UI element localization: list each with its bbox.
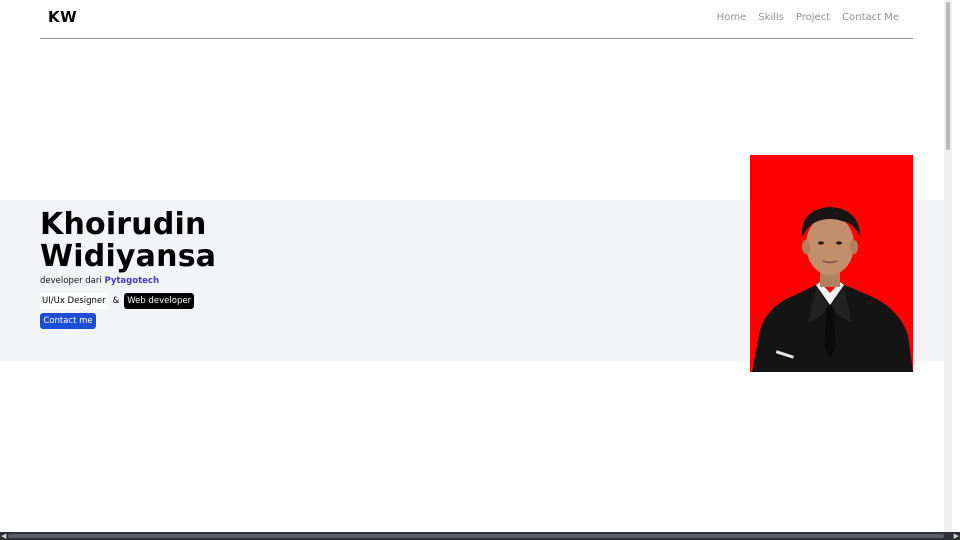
hero-name: Khoirudin Widiyansa: [40, 209, 216, 273]
contact-me-button[interactable]: Contact me: [40, 313, 96, 329]
hero-subtitle-prefix: developer dari: [40, 276, 105, 286]
hero-subtitle: developer dari Pytagotech: [40, 276, 159, 286]
profile-photo: [750, 155, 913, 372]
role-web-developer-badge: Web developer: [124, 293, 195, 309]
hero-name-first: Khoirudin: [40, 207, 207, 242]
role-ui-ux-badge: UI/Ux Designer: [40, 293, 108, 309]
navbar: KW Home Skills Project Contact Me: [40, 0, 913, 39]
role-ampersand: &: [112, 296, 120, 306]
nav-link-project[interactable]: Project: [796, 12, 830, 23]
scroll-left-arrow-icon[interactable]: ◀: [1, 532, 6, 540]
scroll-right-arrow-icon[interactable]: ▶: [954, 532, 959, 540]
nav-link-skills[interactable]: Skills: [758, 12, 784, 23]
nav-links: Home Skills Project Contact Me: [717, 12, 899, 23]
nav-link-contact-me[interactable]: Contact Me: [842, 12, 899, 23]
vertical-scrollbar[interactable]: [944, 0, 952, 532]
company-name: Pytagotech: [104, 276, 160, 286]
profile-photo-illustration: [750, 155, 913, 372]
roles: UI/Ux Designer & Web developer: [40, 293, 195, 309]
horizontal-scrollbar-thumb[interactable]: [8, 534, 944, 538]
nav-link-home[interactable]: Home: [717, 12, 747, 23]
horizontal-scrollbar[interactable]: ◀ ▶: [0, 532, 960, 540]
hero-name-last: Widiyansa: [40, 239, 217, 274]
vertical-scrollbar-thumb[interactable]: [946, 2, 950, 150]
brand-logo[interactable]: KW: [48, 8, 77, 26]
portfolio-page: KW Home Skills Project Contact Me Khoiru…: [0, 0, 952, 532]
